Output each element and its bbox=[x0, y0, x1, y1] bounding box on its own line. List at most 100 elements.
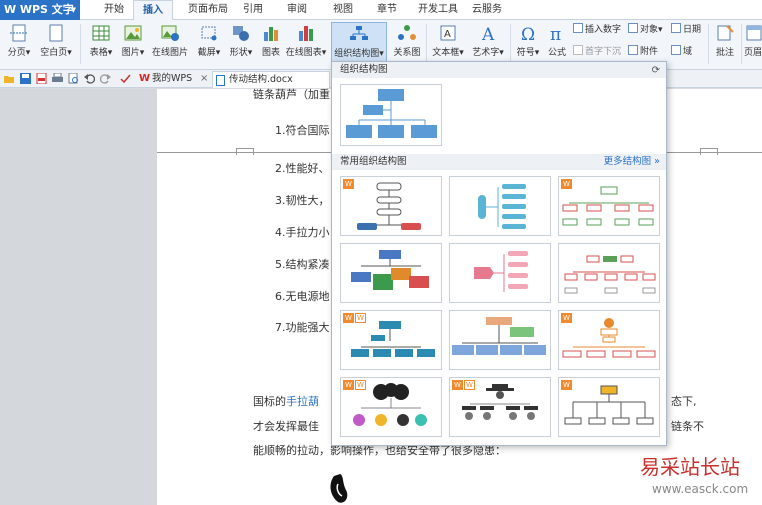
org-template-card[interactable]: W bbox=[340, 176, 442, 236]
panel-subheader: 常用组织结构图 更多结构图 » bbox=[332, 154, 666, 170]
refresh-icon[interactable]: ⟳ bbox=[652, 63, 660, 79]
org-template-card[interactable]: W bbox=[558, 310, 660, 370]
domain-button[interactable]: 域 bbox=[671, 45, 692, 59]
customize-icon[interactable] bbox=[120, 73, 131, 84]
relation-chart-button[interactable]: 关系图 bbox=[390, 22, 424, 64]
org-template-card[interactable] bbox=[449, 310, 551, 370]
insert-number-button[interactable]: 插入数字 bbox=[573, 23, 621, 37]
tab-insert[interactable]: 插入 bbox=[133, 0, 173, 21]
list-item: 7.功能强大 bbox=[275, 321, 330, 334]
shape-button[interactable]: 形状▾ bbox=[226, 22, 256, 64]
table-button[interactable]: 表格▾ bbox=[86, 22, 116, 64]
chart-button[interactable]: 图表 bbox=[258, 22, 284, 64]
org-template-card[interactable]: W W bbox=[340, 310, 442, 370]
page-break-button[interactable]: 分页▾ bbox=[4, 22, 34, 64]
pi-icon: π bbox=[550, 25, 561, 42]
formula-button[interactable]: π 公式 bbox=[544, 22, 570, 64]
screenshot-label: 截屏 bbox=[197, 48, 216, 58]
online-chart-icon bbox=[299, 26, 313, 41]
tab-page-layout[interactable]: 页面布局 bbox=[180, 0, 236, 20]
drop-cap-label: 首字下沉 bbox=[585, 47, 622, 57]
tab-references[interactable]: 引用 bbox=[238, 0, 268, 20]
save-icon[interactable] bbox=[20, 73, 31, 84]
comment-button[interactable]: 批注 bbox=[712, 22, 738, 64]
undo-icon[interactable] bbox=[84, 73, 95, 84]
tab-my-wps[interactable]: W 我的WPS × bbox=[136, 71, 210, 88]
list-item: 1.符合国际 bbox=[275, 124, 330, 137]
tab-section[interactable]: 章节 bbox=[372, 0, 402, 20]
comment-icon bbox=[717, 25, 734, 41]
wordart-icon: A bbox=[481, 25, 495, 42]
picture-button[interactable]: 图片▾ bbox=[118, 22, 148, 64]
export-pdf-icon[interactable] bbox=[36, 73, 47, 84]
object-button[interactable]: 对象▾ bbox=[628, 23, 663, 37]
org-template-preview bbox=[562, 186, 654, 226]
print-icon[interactable] bbox=[52, 73, 63, 84]
blank-page-label: 空白页 bbox=[40, 48, 68, 58]
org-template-card[interactable]: W W bbox=[340, 377, 442, 437]
premium-badge-icon: W bbox=[561, 179, 572, 189]
page-header-button[interactable]: 页眉 bbox=[744, 22, 762, 64]
more-templates-link[interactable]: 更多结构图 » bbox=[604, 154, 660, 170]
insert-number-label: 插入数字 bbox=[585, 25, 622, 35]
picture-icon bbox=[124, 25, 142, 41]
online-chart-button[interactable]: 在线图表▾ bbox=[284, 22, 328, 64]
org-template-card[interactable] bbox=[340, 243, 442, 303]
wordart-button[interactable]: A 艺术字▾ bbox=[468, 22, 508, 64]
blank-page-icon bbox=[49, 24, 63, 42]
online-picture-label: 在线图片 bbox=[151, 48, 188, 58]
org-template-card[interactable] bbox=[558, 243, 660, 303]
org-template-card[interactable] bbox=[449, 243, 551, 303]
scissors-icon bbox=[201, 26, 217, 41]
tab-review[interactable]: 审阅 bbox=[282, 0, 312, 20]
ribbon-separator bbox=[741, 24, 742, 64]
ribbon-separator bbox=[708, 24, 709, 64]
org-template-preview bbox=[478, 184, 526, 229]
org-chart-button[interactable]: 组织结构图▾ bbox=[331, 22, 387, 64]
tab-cloud[interactable]: 云服务 bbox=[470, 0, 504, 20]
org-template-card[interactable]: W W bbox=[449, 377, 551, 437]
open-folder-icon[interactable] bbox=[4, 73, 15, 84]
page-break-icon bbox=[10, 24, 28, 42]
picture-label: 图片 bbox=[121, 48, 140, 58]
paragraph-text: 才会发挥最佳 bbox=[253, 420, 319, 433]
wps-logo-icon: W bbox=[139, 73, 151, 84]
textbox-button[interactable]: A 文本框▾ bbox=[430, 22, 466, 64]
comment-label: 批注 bbox=[715, 48, 734, 58]
domain-label: 域 bbox=[683, 47, 693, 57]
chain-hoist-image bbox=[330, 474, 348, 503]
shapes-icon bbox=[233, 26, 249, 41]
bar-chart-icon bbox=[264, 27, 278, 41]
tab-home[interactable]: 开始 bbox=[96, 0, 132, 20]
symbol-button[interactable]: Ω 符号▾ bbox=[514, 22, 542, 64]
product-link[interactable]: 手拉葫 bbox=[286, 395, 319, 408]
online-picture-button[interactable]: 在线图片 bbox=[150, 22, 190, 64]
omega-icon: Ω bbox=[521, 25, 535, 42]
drop-cap-button[interactable]: 首字下沉 bbox=[573, 45, 621, 59]
paperclip-icon bbox=[628, 45, 638, 55]
watermark-url: www.easck.com bbox=[652, 482, 749, 496]
online-picture-icon bbox=[161, 25, 179, 41]
org-template-basic[interactable] bbox=[340, 84, 442, 146]
textbox-label: 文本框 bbox=[432, 48, 460, 58]
redo-icon[interactable] bbox=[100, 73, 111, 84]
close-icon[interactable]: × bbox=[200, 71, 208, 87]
tab-view[interactable]: 视图 bbox=[328, 0, 358, 20]
attachment-button[interactable]: 附件 bbox=[628, 45, 658, 59]
premium-badge-icon: W bbox=[343, 313, 354, 323]
org-template-card[interactable]: W bbox=[558, 377, 660, 437]
blank-page-button[interactable]: 空白页▾ bbox=[36, 22, 76, 64]
list-item: 3.韧性大， bbox=[275, 194, 330, 207]
org-template-card[interactable]: W bbox=[558, 176, 660, 236]
date-button[interactable]: 日期 bbox=[671, 23, 701, 37]
tab-developer[interactable]: 开发工具 bbox=[416, 0, 460, 20]
page-header-icon bbox=[746, 25, 762, 41]
object-icon bbox=[628, 23, 638, 33]
watermark-logo-text: 易采站长站 bbox=[640, 455, 740, 479]
org-template-preview bbox=[474, 251, 528, 292]
app-menu-button[interactable]: W WPS 文字 ▼ bbox=[0, 0, 80, 20]
org-template-card[interactable] bbox=[449, 176, 551, 236]
print-preview-icon[interactable] bbox=[68, 73, 79, 84]
screenshot-button[interactable]: 截屏▾ bbox=[194, 22, 224, 64]
paragraph-text: 链条不 bbox=[671, 420, 704, 433]
